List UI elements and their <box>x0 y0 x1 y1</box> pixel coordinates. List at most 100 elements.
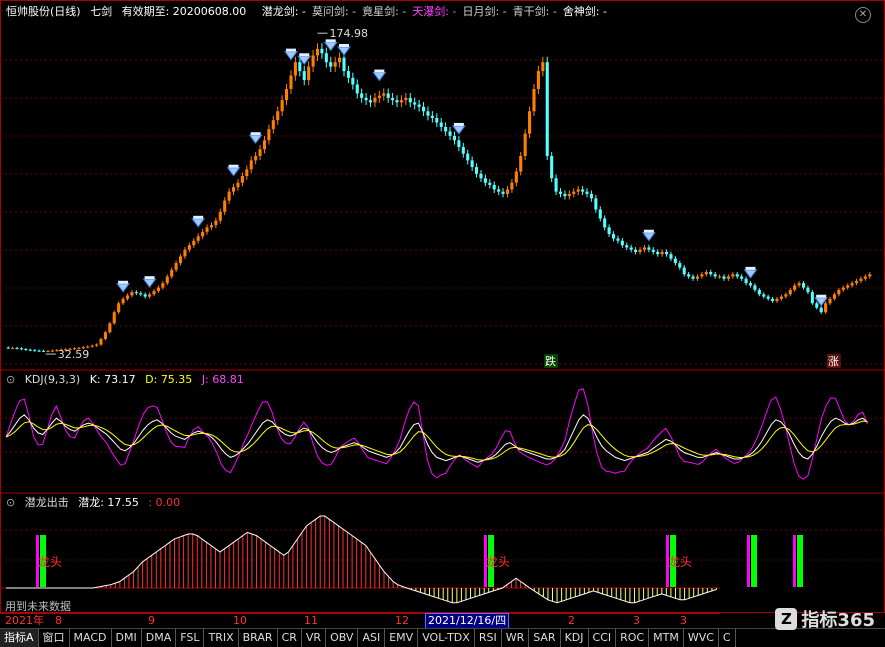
candle-body <box>192 240 196 246</box>
buy-marker-icon <box>191 218 206 228</box>
candle-body <box>262 140 267 150</box>
candle-body <box>859 278 863 281</box>
tab-mtm[interactable]: MTM <box>649 629 684 647</box>
candle-body <box>457 140 461 148</box>
candle-body <box>863 276 867 279</box>
tab-macd[interactable]: MACD <box>70 629 112 647</box>
candle-body <box>421 106 426 112</box>
candle-body <box>532 88 536 112</box>
candle-body <box>408 97 412 103</box>
candle-body <box>563 193 567 197</box>
candle-body <box>413 102 417 105</box>
candle-body <box>731 274 735 277</box>
candle-body <box>417 104 421 107</box>
candle-body <box>815 303 819 308</box>
candle-body <box>28 349 32 351</box>
buy-marker-icon <box>248 134 263 145</box>
tab-obv[interactable]: OBV <box>326 629 359 647</box>
candle-body <box>598 209 602 219</box>
tab-vol-tdx[interactable]: VOL-TDX <box>418 629 475 647</box>
candle-body <box>492 184 496 190</box>
buy-marker-icon <box>142 278 157 288</box>
candle-body <box>338 57 342 63</box>
tab-c[interactable]: C <box>719 629 736 647</box>
buy-marker-cap <box>250 132 261 136</box>
candle-body <box>461 147 465 154</box>
tab-emv[interactable]: EMV <box>385 629 419 647</box>
candle-body <box>519 155 523 172</box>
candle-body <box>139 293 143 295</box>
candle-body <box>642 247 647 250</box>
candle-body <box>452 135 457 141</box>
candle-body <box>373 97 377 103</box>
candle-body <box>669 254 673 259</box>
chart-frame <box>0 0 885 613</box>
candle-body <box>170 269 174 277</box>
candle-body <box>196 236 200 241</box>
indicator-tab-bar: 指标A 窗口 MACD DMI DMA FSL TRIX BRAR CR VR OBV ASI EMV V… <box>0 628 885 647</box>
cursor-date: 2021/12/16/四 <box>425 613 510 629</box>
tab-roc[interactable]: ROC <box>616 629 650 647</box>
candle-body <box>801 283 806 288</box>
candle-body <box>426 111 430 116</box>
candle-body <box>386 93 390 98</box>
tab-wvc[interactable]: WVC <box>684 629 719 647</box>
candle-body <box>753 285 757 290</box>
tab-vr[interactable]: VR <box>302 629 327 647</box>
date-axis: 2021年891011121233 <box>0 613 720 629</box>
candle-body <box>298 62 302 72</box>
kdj-lines[interactable] <box>5 388 868 480</box>
candle-body <box>824 303 828 313</box>
qianlong-name[interactable]: 潜龙出击 <box>25 496 69 509</box>
tab-窗口[interactable]: 窗口 <box>39 629 70 647</box>
sword-label: 舍神剑: - <box>562 5 607 18</box>
candle-body <box>324 53 328 63</box>
tab-trix[interactable]: TRIX <box>204 629 239 647</box>
collapse-icon[interactable]: ⊙ <box>6 373 15 386</box>
candle-body <box>828 298 832 304</box>
chart-annotations: 174.98 32.59 跌 涨 <box>45 27 841 368</box>
tab-dmi[interactable]: DMI <box>112 629 142 647</box>
candle-body <box>841 287 845 290</box>
tab-asi[interactable]: ASI <box>358 629 386 647</box>
buy-marker-cap <box>643 229 654 233</box>
candle-body <box>178 256 183 264</box>
dragon-head-label: 龙头 <box>486 555 510 569</box>
candle-body <box>236 182 240 188</box>
collapse-icon[interactable]: ⊙ <box>6 496 15 509</box>
candle-body <box>156 287 160 291</box>
candle-body <box>46 351 50 353</box>
tab-kdj[interactable]: KDJ <box>561 629 589 647</box>
candle-body <box>108 323 112 333</box>
qianlong-histogram[interactable]: 龙头 龙头 龙头 <box>0 515 803 604</box>
tab-dma[interactable]: DMA <box>142 629 177 647</box>
buy-marker-cap <box>745 266 756 270</box>
tab-wr[interactable]: WR <box>502 629 530 647</box>
buy-marker-icon <box>641 232 656 242</box>
indicator-name[interactable]: 七剑 <box>90 5 112 18</box>
candle-body <box>576 189 580 192</box>
candle-body <box>439 122 443 127</box>
close-icon[interactable]: ✕ <box>855 7 871 23</box>
tab-cci[interactable]: CCI <box>589 629 617 647</box>
candle-body <box>832 294 836 299</box>
tab-fsl[interactable]: FSL <box>176 629 205 647</box>
logo: Z 指标365 <box>775 606 875 632</box>
tab-指标a[interactable]: 指标A <box>0 629 39 647</box>
buy-marker-cap <box>228 164 239 168</box>
candle-body <box>311 55 315 67</box>
candle-body <box>611 234 616 239</box>
tab-rsi[interactable]: RSI <box>475 629 502 647</box>
tab-cr[interactable]: CR <box>278 629 302 647</box>
stock-title: 恒帅股份(日线) <box>6 5 81 18</box>
candle-body <box>271 120 275 130</box>
kdj-name[interactable]: KDJ(9,3,3) <box>25 373 81 386</box>
candle-body <box>33 350 37 352</box>
candle-body <box>183 249 187 257</box>
main-header: 恒帅股份(日线) 七剑 有效期至: 20200608.00 潜龙剑: - 莫问剑:… <box>6 4 619 20</box>
tab-brar[interactable]: BRAR <box>239 629 278 647</box>
tab-sar[interactable]: SAR <box>529 629 561 647</box>
buy-markers <box>116 39 829 307</box>
candle-body <box>368 100 373 103</box>
candlestick-series[interactable] <box>6 43 872 353</box>
